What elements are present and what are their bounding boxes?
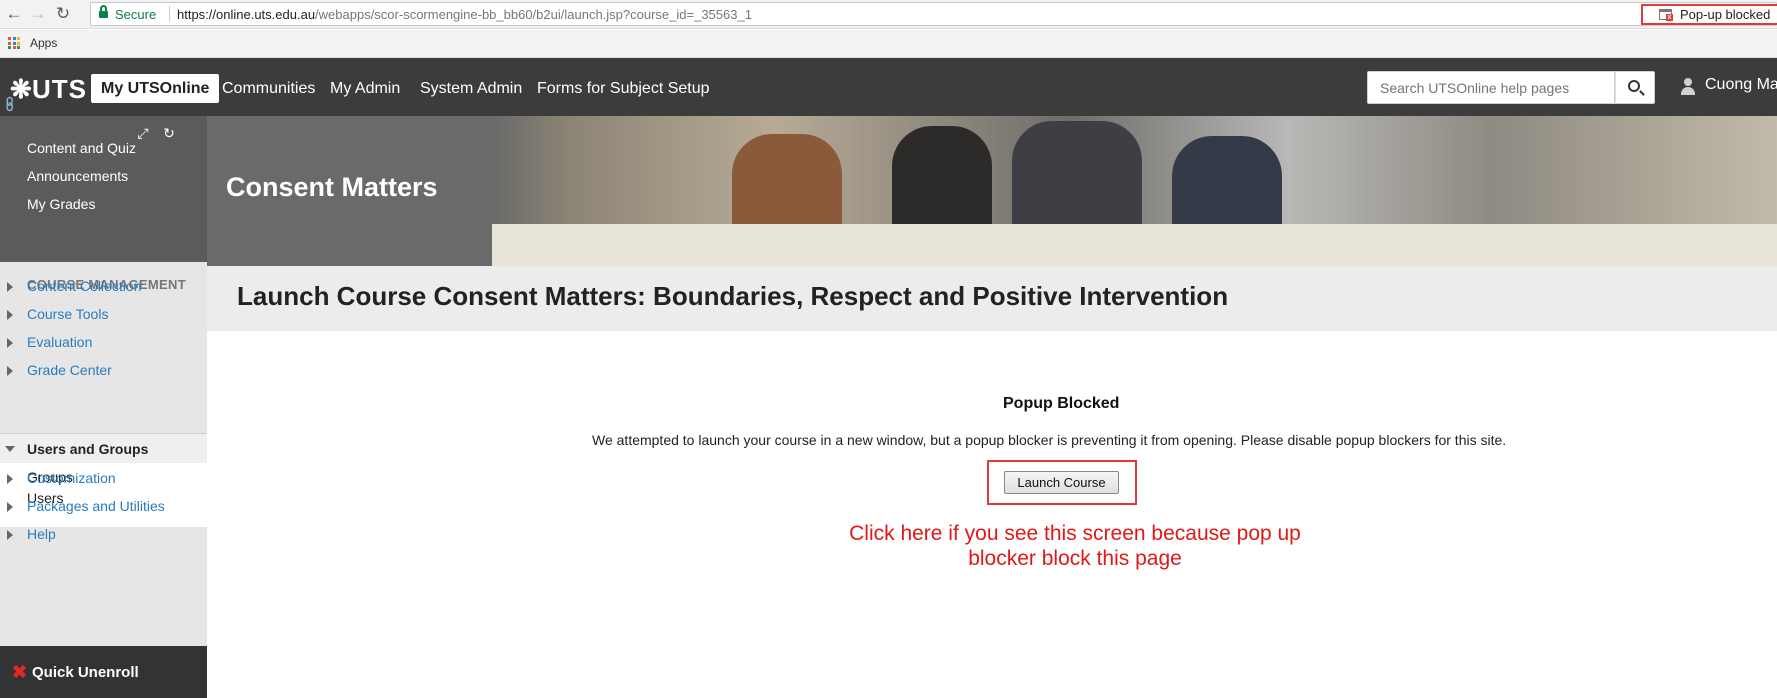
expand-arrow-icon[interactable] bbox=[7, 282, 13, 292]
browser-address-bar: ← → ↻ Secure https://online.uts.edu.au/w… bbox=[0, 0, 1777, 29]
search-icon bbox=[1628, 80, 1640, 92]
course-link-my-grades[interactable]: My Grades bbox=[27, 196, 95, 212]
menu-evaluation[interactable]: Evaluation bbox=[27, 334, 92, 350]
banner-table bbox=[492, 224, 1777, 266]
reload-icon[interactable]: ↻ bbox=[52, 3, 74, 25]
collapse-arrow-icon[interactable] bbox=[5, 446, 15, 452]
expand-arrow-icon[interactable] bbox=[7, 530, 13, 540]
menu-course-tools[interactable]: Course Tools bbox=[27, 306, 108, 322]
tab-forms-for-subject-setup[interactable]: Forms for Subject Setup bbox=[537, 74, 710, 103]
menu-content-collection[interactable]: Content Collection bbox=[27, 278, 141, 294]
course-menu-sidebar: ⤢ ↻ Content and Quiz Announcements My Gr… bbox=[0, 116, 207, 698]
quick-unenroll-button[interactable]: ✖ Quick Unenroll bbox=[0, 646, 207, 698]
expand-arrow-icon[interactable] bbox=[7, 338, 13, 348]
refresh-icon[interactable]: ↻ bbox=[161, 125, 177, 141]
uts-logo-text: UTS bbox=[32, 74, 87, 104]
search-button[interactable] bbox=[1615, 71, 1655, 104]
annotation-line-1: Click here if you see this screen becaus… bbox=[849, 522, 1301, 545]
menu-packages-and-utilities[interactable]: Packages and Utilities bbox=[27, 498, 165, 514]
expand-arrow-icon[interactable] bbox=[7, 502, 13, 512]
page-header: Launch Course Consent Matters: Boundarie… bbox=[207, 266, 1777, 331]
expand-arrow-icon[interactable] bbox=[7, 474, 13, 484]
url-host: https://online.uts.edu.au bbox=[177, 7, 316, 22]
popup-blocked-label: Pop-up blocked bbox=[1680, 7, 1771, 22]
tab-system-admin[interactable]: System Admin bbox=[420, 74, 522, 103]
course-link-announcements[interactable]: Announcements bbox=[27, 168, 128, 184]
student-figure bbox=[1012, 121, 1142, 241]
student-figure bbox=[732, 134, 842, 234]
top-navigation: ❋ UTS My UTSOnline Communities My Admin … bbox=[0, 58, 1777, 116]
expand-arrow-icon[interactable] bbox=[7, 366, 13, 376]
url-field[interactable]: Secure https://online.uts.edu.au/webapps… bbox=[90, 2, 1777, 26]
menu-users-and-groups[interactable]: Users and Groups bbox=[0, 433, 207, 463]
apps-grid-icon[interactable] bbox=[8, 37, 20, 49]
user-icon bbox=[1681, 78, 1695, 96]
launch-course-button[interactable]: Launch Course bbox=[1004, 471, 1119, 494]
menu-customization[interactable]: Customization bbox=[27, 470, 116, 486]
help-search-input[interactable] bbox=[1367, 71, 1615, 104]
quick-unenroll-label: Quick Unenroll bbox=[32, 664, 139, 681]
tab-my-utsonline[interactable]: My UTSOnline bbox=[91, 74, 220, 103]
forward-arrow-icon[interactable]: → bbox=[27, 3, 49, 25]
close-x-icon: ✖ bbox=[12, 662, 28, 682]
course-banner: Consent Matters bbox=[207, 116, 1777, 266]
menu-grade-center[interactable]: Grade Center bbox=[27, 362, 112, 378]
user-name[interactable]: Cuong Ma bbox=[1705, 76, 1777, 94]
page-title: Launch Course Consent Matters: Boundarie… bbox=[237, 281, 1229, 311]
back-arrow-icon[interactable]: ← bbox=[3, 3, 25, 25]
course-title: Consent Matters bbox=[226, 172, 438, 202]
popup-blocked-indicator[interactable]: x Pop-up blocked bbox=[1641, 4, 1777, 25]
lock-icon bbox=[99, 5, 108, 19]
popup-blocked-title: Popup Blocked bbox=[1003, 395, 1120, 412]
course-link-content-and-quiz[interactable]: Content and Quiz bbox=[27, 140, 136, 156]
annotation-text: Click here if you see this screen becaus… bbox=[780, 521, 1370, 571]
tab-communities[interactable]: Communities bbox=[222, 74, 315, 103]
menu-users-and-groups-label: Users and Groups bbox=[27, 441, 149, 457]
tab-my-admin[interactable]: My Admin bbox=[330, 74, 400, 103]
menu-help[interactable]: Help bbox=[27, 526, 56, 542]
student-figure bbox=[892, 126, 992, 236]
url-separator bbox=[169, 6, 170, 22]
bookmarks-bar: Apps bbox=[0, 30, 1777, 58]
expand-arrow-icon[interactable] bbox=[7, 310, 13, 320]
course-links-panel: ⤢ ↻ Content and Quiz Announcements My Gr… bbox=[0, 116, 207, 262]
annotation-line-2: blocker block this page bbox=[968, 547, 1182, 570]
popup-blocked-message: We attempted to launch your course in a … bbox=[592, 432, 1507, 448]
apps-bookmark[interactable]: Apps bbox=[30, 36, 57, 50]
uts-logo[interactable]: ❋ UTS bbox=[10, 72, 90, 106]
expand-icon[interactable]: ⤢ bbox=[135, 125, 151, 141]
url-text[interactable]: https://online.uts.edu.au/webapps/scor-s… bbox=[177, 7, 752, 22]
secure-label: Secure bbox=[115, 7, 157, 22]
url-path: /webapps/scor-scormengine-bb_bb60/b2ui/l… bbox=[315, 7, 752, 22]
popup-blocked-icon: x bbox=[1659, 9, 1673, 21]
